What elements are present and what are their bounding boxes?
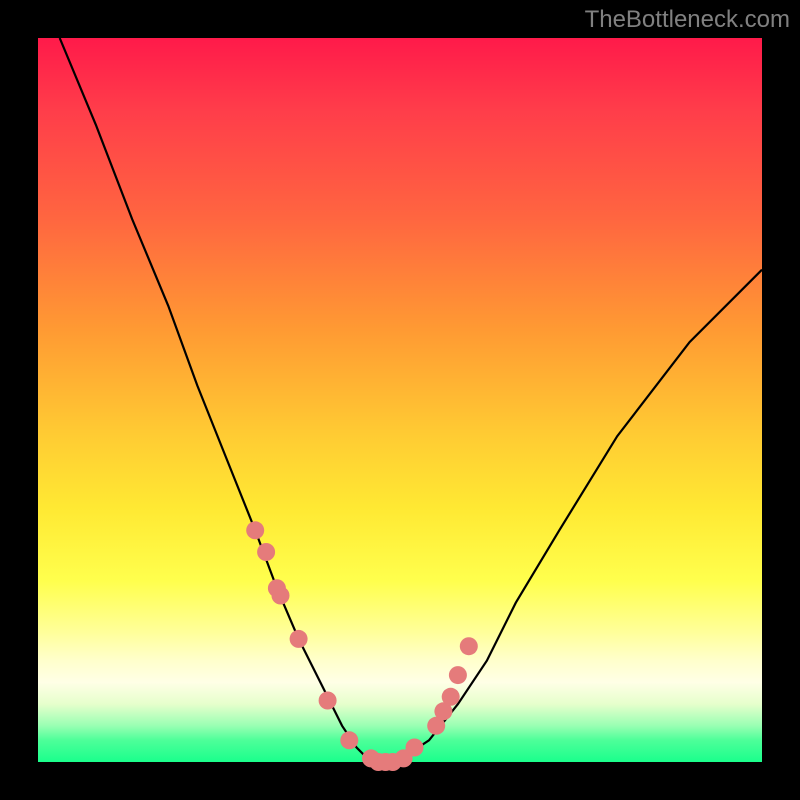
- bottleneck-curve: [60, 38, 762, 762]
- marker-dot: [442, 688, 460, 706]
- marker-dot: [319, 692, 337, 710]
- marker-dot: [246, 521, 264, 539]
- marker-dot: [272, 587, 290, 605]
- marker-dot: [460, 637, 478, 655]
- marker-dots: [246, 521, 478, 771]
- marker-dot: [449, 666, 467, 684]
- marker-dot: [290, 630, 308, 648]
- watermark-text: TheBottleneck.com: [585, 6, 790, 34]
- chart-svg: [38, 38, 762, 762]
- plot-gradient-background: [38, 38, 762, 762]
- marker-dot: [257, 543, 275, 561]
- marker-dot: [406, 739, 424, 757]
- marker-dot: [340, 731, 358, 749]
